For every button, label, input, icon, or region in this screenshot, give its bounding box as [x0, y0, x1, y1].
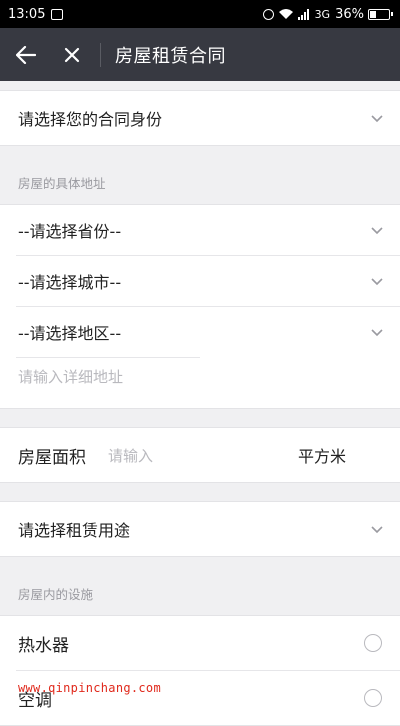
screenshot-icon	[51, 8, 64, 20]
usage-label: 请选择租赁用途	[18, 521, 131, 540]
status-time: 13:05	[8, 6, 46, 22]
watermark: www.qinpinchang.com	[18, 681, 161, 695]
page-title: 房屋租赁合同	[115, 45, 226, 67]
close-icon	[64, 47, 80, 62]
identity-select[interactable]: 请选择您的合同身份	[0, 91, 400, 145]
battery-level	[370, 10, 376, 18]
address-detail-input[interactable]: 请输入详细地址	[0, 358, 400, 408]
city-label: --请选择城市--	[18, 273, 122, 292]
arrow-left-icon	[16, 45, 36, 64]
nav-divider	[100, 42, 101, 67]
area-unit: 平方米	[298, 447, 347, 466]
district-select[interactable]: --请选择地区--	[0, 307, 400, 357]
network-type: 3G	[314, 7, 331, 21]
chevron-down-icon	[371, 115, 383, 123]
province-select[interactable]: --请选择省份--	[0, 205, 400, 255]
alarm-icon	[262, 8, 274, 20]
address-detail-placeholder: 请输入详细地址	[18, 368, 124, 386]
facility-item-air-conditioner[interactable]: 空调	[0, 671, 400, 725]
chevron-down-icon	[371, 329, 383, 337]
form-content: 请选择您的合同身份 房屋的具体地址 --请选择省份-- --请选择城市-- --…	[0, 81, 400, 726]
facility-item-water-heater[interactable]: 热水器	[0, 616, 400, 670]
facility-label: 热水器	[18, 635, 69, 656]
chevron-down-icon	[371, 227, 383, 235]
radio-button[interactable]	[364, 634, 382, 652]
area-input[interactable]: 请输入	[108, 445, 298, 466]
battery-percent: 36%	[335, 6, 364, 22]
back-button[interactable]	[4, 28, 48, 81]
usage-select[interactable]: 请选择租赁用途	[0, 502, 400, 556]
radio-button[interactable]	[364, 689, 382, 707]
district-label: --请选择地区--	[18, 324, 122, 343]
status-bar: 13:05 3G 36%	[0, 0, 400, 28]
address-section-label: 房屋的具体地址	[18, 176, 106, 191]
area-row: 房屋面积 请输入 平方米	[0, 428, 400, 482]
close-button[interactable]	[50, 28, 94, 81]
chevron-down-icon	[371, 278, 383, 286]
signal-icon	[297, 8, 309, 20]
facilities-section-label: 房屋内的设施	[18, 587, 94, 602]
battery-icon	[368, 8, 393, 20]
identity-label: 请选择您的合同身份	[18, 110, 163, 129]
area-label: 房屋面积	[18, 447, 86, 468]
province-label: --请选择省份--	[18, 222, 122, 241]
city-select[interactable]: --请选择城市--	[0, 256, 400, 306]
nav-bar: 房屋租赁合同	[0, 28, 400, 81]
wifi-icon	[278, 9, 293, 19]
chevron-down-icon	[371, 526, 383, 534]
